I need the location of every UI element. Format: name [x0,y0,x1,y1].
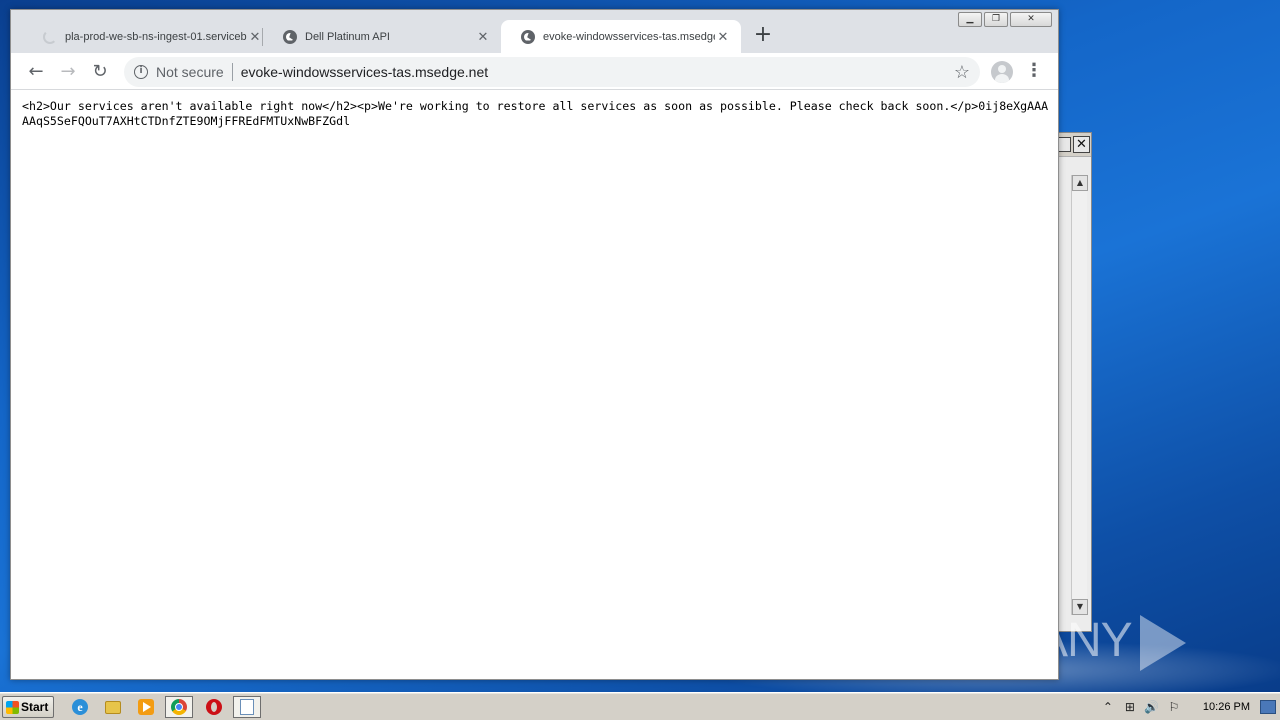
chrome-icon [171,699,187,715]
show-hidden-icons-icon[interactable]: ⌃ [1097,700,1119,714]
tab-close-icon[interactable]: ✕ [715,29,731,45]
watermark-play-icon [1139,615,1186,672]
taskbar-clock[interactable]: 10:26 PM [1203,701,1250,713]
system-tray: ⌃ ⊞ 🔊 ⚐ 10:26 PM [1097,695,1280,719]
restore-button[interactable]: ❐ [984,12,1008,27]
profile-avatar-icon[interactable] [991,61,1013,83]
omnibox-divider [231,63,233,81]
windows-taskbar: Start e ⌃ ⊞ 🔊 ⚐ 10:26 PM [0,692,1280,720]
taskbar-chrome[interactable] [165,696,193,718]
security-status-label[interactable]: Not secure [156,64,224,80]
start-label: Start [21,700,49,714]
tab-evoke-windowsservices[interactable]: evoke-windowsservices-tas.msedge.net ✕ [501,20,741,53]
loading-spinner-icon [43,29,57,44]
background-window-maximize-button[interactable] [1057,137,1071,152]
taskbar-media-player[interactable] [134,696,158,718]
window-close-button[interactable]: ✕ [1010,12,1052,27]
background-window-close-button[interactable]: ✕ [1073,136,1090,153]
tab-close-icon[interactable]: ✕ [475,29,491,45]
bookmark-star-icon[interactable]: ☆ [954,61,970,83]
action-center-flag-icon[interactable]: ⚐ [1163,700,1185,714]
kebab-menu-icon[interactable]: ⋮ [1025,59,1043,85]
tab-title: Dell Platinum API [305,30,390,43]
taskbar-notepad[interactable] [233,696,261,718]
windows-logo-icon [6,701,19,714]
window-controls: ▁ ❐ ✕ [958,12,1052,28]
tab-dell-platinum-api[interactable]: Dell Platinum API ✕ [263,20,501,53]
start-button[interactable]: Start [2,696,54,718]
background-window-scrollbar[interactable]: ▲ ▼ [1071,175,1088,615]
chrome-browser-window: ▁ ❐ ✕ pla-prod-we-sb-ns-ingest-01.servic… [10,9,1059,680]
url-text[interactable]: evoke-windowsservices-tas.msedge.net [241,64,488,80]
reload-icon[interactable]: ↻ [87,59,113,85]
network-icon[interactable]: ⊞ [1119,700,1141,714]
globe-icon [521,29,535,44]
address-bar[interactable]: i Not secure evoke-windowsservices-tas.m… [124,57,980,87]
raw-response-text: <h2>Our services aren't available right … [22,99,1049,128]
browser-toolbar: ← → ↻ i Not secure evoke-windowsservices… [11,53,1058,90]
tab-servicebus[interactable]: pla-prod-we-sb-ns-ingest-01.servicebus.w… [23,20,273,53]
internet-explorer-icon: e [72,699,88,715]
minimize-button[interactable]: ▁ [958,12,982,27]
back-arrow-icon[interactable]: ← [23,59,49,85]
folder-icon [105,700,121,714]
taskbar-internet-explorer[interactable]: e [68,696,92,718]
show-desktop-button[interactable] [1260,700,1276,714]
globe-icon [283,29,297,44]
tab-title: evoke-windowsservices-tas.msedge.net [543,30,715,43]
tab-close-icon[interactable]: ✕ [247,29,263,45]
tab-title: pla-prod-we-sb-ns-ingest-01.servicebus.w… [65,30,247,43]
taskbar-file-explorer[interactable] [101,696,125,718]
tab-strip: ▁ ❐ ✕ pla-prod-we-sb-ns-ingest-01.servic… [11,10,1058,53]
media-player-icon [138,699,154,715]
scroll-up-arrow-icon[interactable]: ▲ [1072,175,1088,191]
info-icon[interactable]: i [134,65,148,79]
notepad-icon [240,699,254,715]
opera-icon [206,699,222,715]
page-content: <h2>Our services aren't available right … [11,91,1058,679]
forward-arrow-icon[interactable]: → [55,59,81,85]
new-tab-button[interactable]: + [751,24,775,48]
anyrun-watermark: ANYRUN [1036,606,1236,720]
volume-icon[interactable]: 🔊 [1141,700,1163,714]
taskbar-opera[interactable] [202,696,226,718]
